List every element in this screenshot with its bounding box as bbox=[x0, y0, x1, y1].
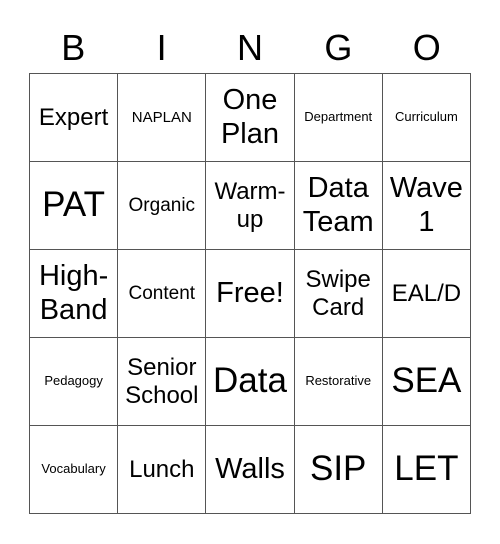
bingo-cell[interactable]: Wave 1 bbox=[382, 162, 471, 250]
bingo-cell[interactable]: NAPLAN bbox=[118, 74, 207, 162]
header-letter-o: O bbox=[412, 27, 441, 68]
bingo-cell[interactable]: Vocabulary bbox=[30, 426, 119, 514]
bingo-cell[interactable]: Department bbox=[294, 74, 383, 162]
bingo-cell[interactable]: Warm-up bbox=[206, 162, 295, 250]
bingo-cell[interactable]: SEA bbox=[382, 338, 471, 426]
header-letter-n: N bbox=[236, 27, 263, 68]
header-letter-i: I bbox=[156, 27, 167, 68]
bingo-cell[interactable]: Senior School bbox=[118, 338, 207, 426]
bingo-cell[interactable]: Expert bbox=[30, 74, 119, 162]
bingo-cell[interactable]: Content bbox=[118, 250, 207, 338]
bingo-cell[interactable]: EAL/D bbox=[382, 250, 471, 338]
header-letter-b: B bbox=[61, 27, 86, 68]
bingo-grid: Expert NAPLAN One Plan Department Curric… bbox=[29, 73, 471, 514]
bingo-cell[interactable]: Organic bbox=[118, 162, 207, 250]
bingo-cell[interactable]: LET bbox=[382, 426, 471, 514]
bingo-cell[interactable]: Data Team bbox=[294, 162, 383, 250]
bingo-cell[interactable]: Restorative bbox=[294, 338, 383, 426]
bingo-cell[interactable]: One Plan bbox=[206, 74, 295, 162]
free-space-cell[interactable]: Free! bbox=[206, 250, 295, 338]
bingo-header: B I N G O bbox=[29, 24, 471, 72]
bingo-cell[interactable]: Data bbox=[206, 338, 295, 426]
bingo-cell[interactable]: Pedagogy bbox=[30, 338, 119, 426]
bingo-cell[interactable]: High-Band bbox=[30, 250, 119, 338]
bingo-cell[interactable]: SIP bbox=[294, 426, 383, 514]
bingo-cell[interactable]: Swipe Card bbox=[294, 250, 383, 338]
bingo-cell[interactable]: Curriculum bbox=[382, 74, 471, 162]
bingo-cell[interactable]: Walls bbox=[206, 426, 295, 514]
bingo-cell[interactable]: Lunch bbox=[118, 426, 207, 514]
bingo-cell[interactable]: PAT bbox=[30, 162, 119, 250]
header-letter-g: G bbox=[324, 27, 353, 68]
